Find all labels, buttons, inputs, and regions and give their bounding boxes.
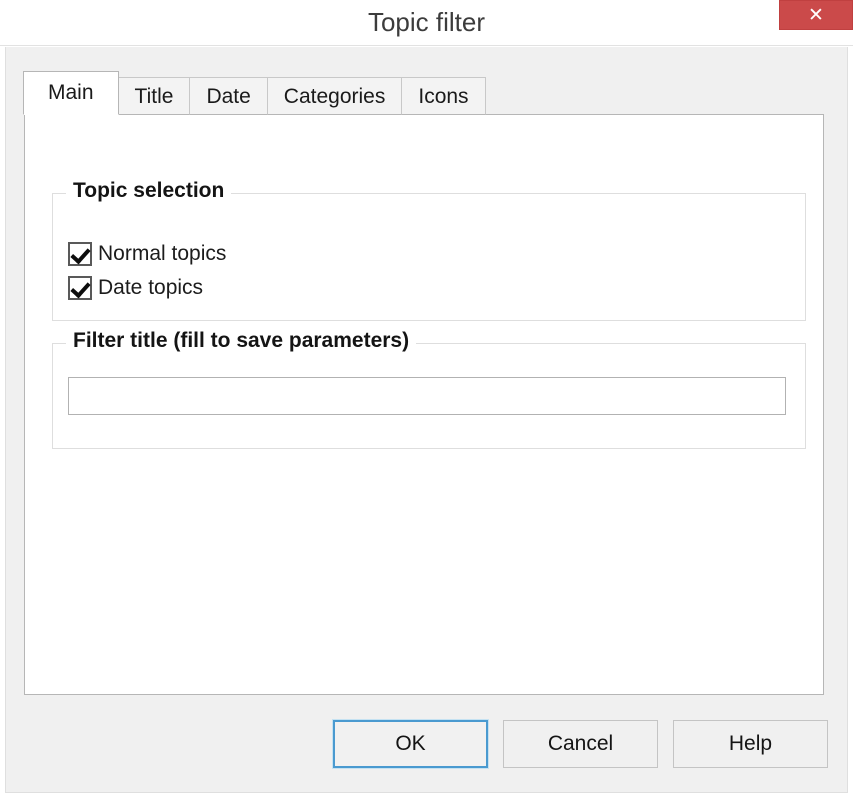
title-bar: Topic filter ✕: [0, 0, 853, 46]
filter-title-legend: Filter title (fill to save parameters): [66, 329, 417, 353]
tab-date-label: Date: [206, 85, 251, 108]
cancel-button[interactable]: Cancel: [503, 720, 658, 768]
checkbox-row-date-topics[interactable]: Date topics: [68, 276, 203, 300]
tab-title[interactable]: Title: [117, 77, 191, 115]
tab-icons-label: Icons: [418, 85, 469, 108]
topic-selection-legend: Topic selection: [66, 179, 232, 203]
topic-selection-group: Topic selection Normal topics Date topic…: [52, 179, 806, 321]
tab-title-label: Title: [134, 85, 174, 108]
ok-button-label: OK: [395, 732, 426, 755]
tab-strip: Main Title Date Categories Icons: [23, 71, 486, 115]
tab-main-label: Main: [48, 81, 94, 104]
close-icon: ✕: [808, 4, 824, 26]
ok-button[interactable]: OK: [333, 720, 488, 768]
help-button[interactable]: Help: [673, 720, 828, 768]
tab-main[interactable]: Main: [23, 71, 119, 115]
checkbox-normal-topics-label: Normal topics: [98, 242, 227, 265]
checkbox-row-normal-topics[interactable]: Normal topics: [68, 242, 226, 266]
filter-title-input[interactable]: [68, 377, 786, 415]
checkbox-normal-topics[interactable]: [68, 242, 92, 266]
close-button[interactable]: ✕: [779, 0, 853, 30]
checkbox-date-topics-label: Date topics: [98, 276, 204, 299]
checkbox-date-topics[interactable]: [68, 276, 92, 300]
tab-icons[interactable]: Icons: [401, 77, 486, 115]
tab-categories[interactable]: Categories: [266, 77, 403, 115]
window-title: Topic filter: [367, 7, 486, 37]
cancel-button-label: Cancel: [547, 732, 614, 755]
topic-filter-dialog: Topic filter ✕ Main Title Date Categorie…: [0, 0, 853, 800]
tab-categories-label: Categories: [283, 85, 386, 108]
dialog-footer: OK Cancel Help: [6, 720, 849, 792]
tab-panel-main: Topic selection Normal topics Date topic…: [24, 114, 824, 695]
dialog-client-area: Main Title Date Categories Icons Topic s…: [5, 47, 848, 793]
help-button-label: Help: [728, 732, 773, 755]
filter-title-group: Filter title (fill to save parameters): [52, 329, 806, 449]
tab-date[interactable]: Date: [189, 77, 268, 115]
